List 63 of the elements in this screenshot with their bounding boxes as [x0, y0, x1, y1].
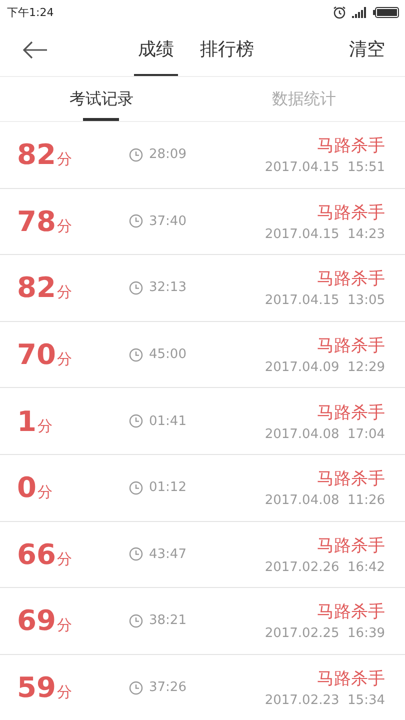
- score-unit: 分: [56, 616, 72, 636]
- duration: 01:12: [149, 480, 186, 496]
- exam-date: 2017.02.25 16:39: [264, 626, 385, 642]
- score: 59: [17, 671, 56, 704]
- exam-date: 2017.04.09 12:29: [264, 360, 385, 376]
- score: 82: [17, 271, 56, 304]
- exam-title: 马路杀手: [317, 601, 385, 624]
- clock-icon: [129, 614, 143, 628]
- exam-date: 2017.04.15 13:05: [264, 293, 385, 308]
- alarm-icon: [333, 6, 346, 18]
- score-unit: 分: [56, 683, 72, 702]
- exam-date: 2017.04.08 11:26: [264, 493, 385, 508]
- duration: 37:26: [149, 680, 186, 696]
- header-tab[interactable]: 排行榜: [196, 24, 258, 76]
- exam-title: 马路杀手: [317, 202, 385, 224]
- score: 70: [17, 338, 56, 372]
- score: 78: [17, 204, 56, 238]
- score-unit: 分: [56, 550, 72, 569]
- clear-button[interactable]: 清空: [349, 37, 385, 61]
- duration: 43:47: [149, 546, 186, 562]
- exam-title: 马路杀手: [317, 135, 385, 158]
- exam-title: 马路杀手: [317, 668, 385, 690]
- clock-icon: [129, 148, 143, 162]
- duration: 01:41: [149, 414, 186, 429]
- score: 69: [17, 604, 56, 638]
- score-unit: 分: [56, 350, 72, 370]
- duration: 37:40: [149, 214, 186, 229]
- header-tab[interactable]: 成绩: [134, 24, 178, 76]
- exam-date: 2017.04.15 14:23: [264, 226, 385, 242]
- exam-date: 2017.02.26 16:42: [264, 560, 385, 575]
- score: 66: [17, 538, 56, 571]
- battery-icon: [373, 6, 399, 18]
- clock-icon: [129, 348, 143, 362]
- exam-title: 马路杀手: [317, 402, 385, 424]
- clock-icon: [129, 480, 143, 495]
- exam-title: 马路杀手: [317, 534, 385, 557]
- exam-date: 2017.02.23 15:34: [264, 693, 385, 708]
- score: 0: [17, 471, 36, 504]
- score-unit: 分: [56, 283, 72, 302]
- exam-title: 马路杀手: [317, 468, 385, 490]
- exam-date: 2017.04.15 15:51: [264, 160, 385, 176]
- score-unit: 分: [37, 483, 52, 502]
- clock-icon: [129, 680, 143, 695]
- duration: 32:13: [149, 280, 186, 296]
- score-unit: 分: [56, 150, 72, 170]
- exam-date: 2017.04.08 17:04: [264, 426, 385, 442]
- exam-title: 马路杀手: [317, 335, 385, 358]
- clock-icon: [129, 214, 143, 228]
- score-unit: 分: [56, 216, 72, 236]
- exam-title: 马路杀手: [317, 268, 385, 290]
- duration: 28:09: [149, 147, 186, 162]
- clock-icon: [129, 280, 143, 295]
- score: 1: [17, 404, 36, 438]
- duration: 45:00: [149, 347, 186, 362]
- clock-icon: [129, 547, 143, 562]
- score: 82: [17, 138, 56, 172]
- score-unit: 分: [37, 416, 52, 436]
- signal-icon: [352, 6, 367, 18]
- sub-tab[interactable]: 考试记录: [0, 77, 202, 121]
- back-button[interactable]: [22, 41, 48, 59]
- clock-icon: [129, 414, 143, 428]
- duration: 38:21: [149, 613, 186, 628]
- status-time: 下午1:24: [7, 4, 54, 20]
